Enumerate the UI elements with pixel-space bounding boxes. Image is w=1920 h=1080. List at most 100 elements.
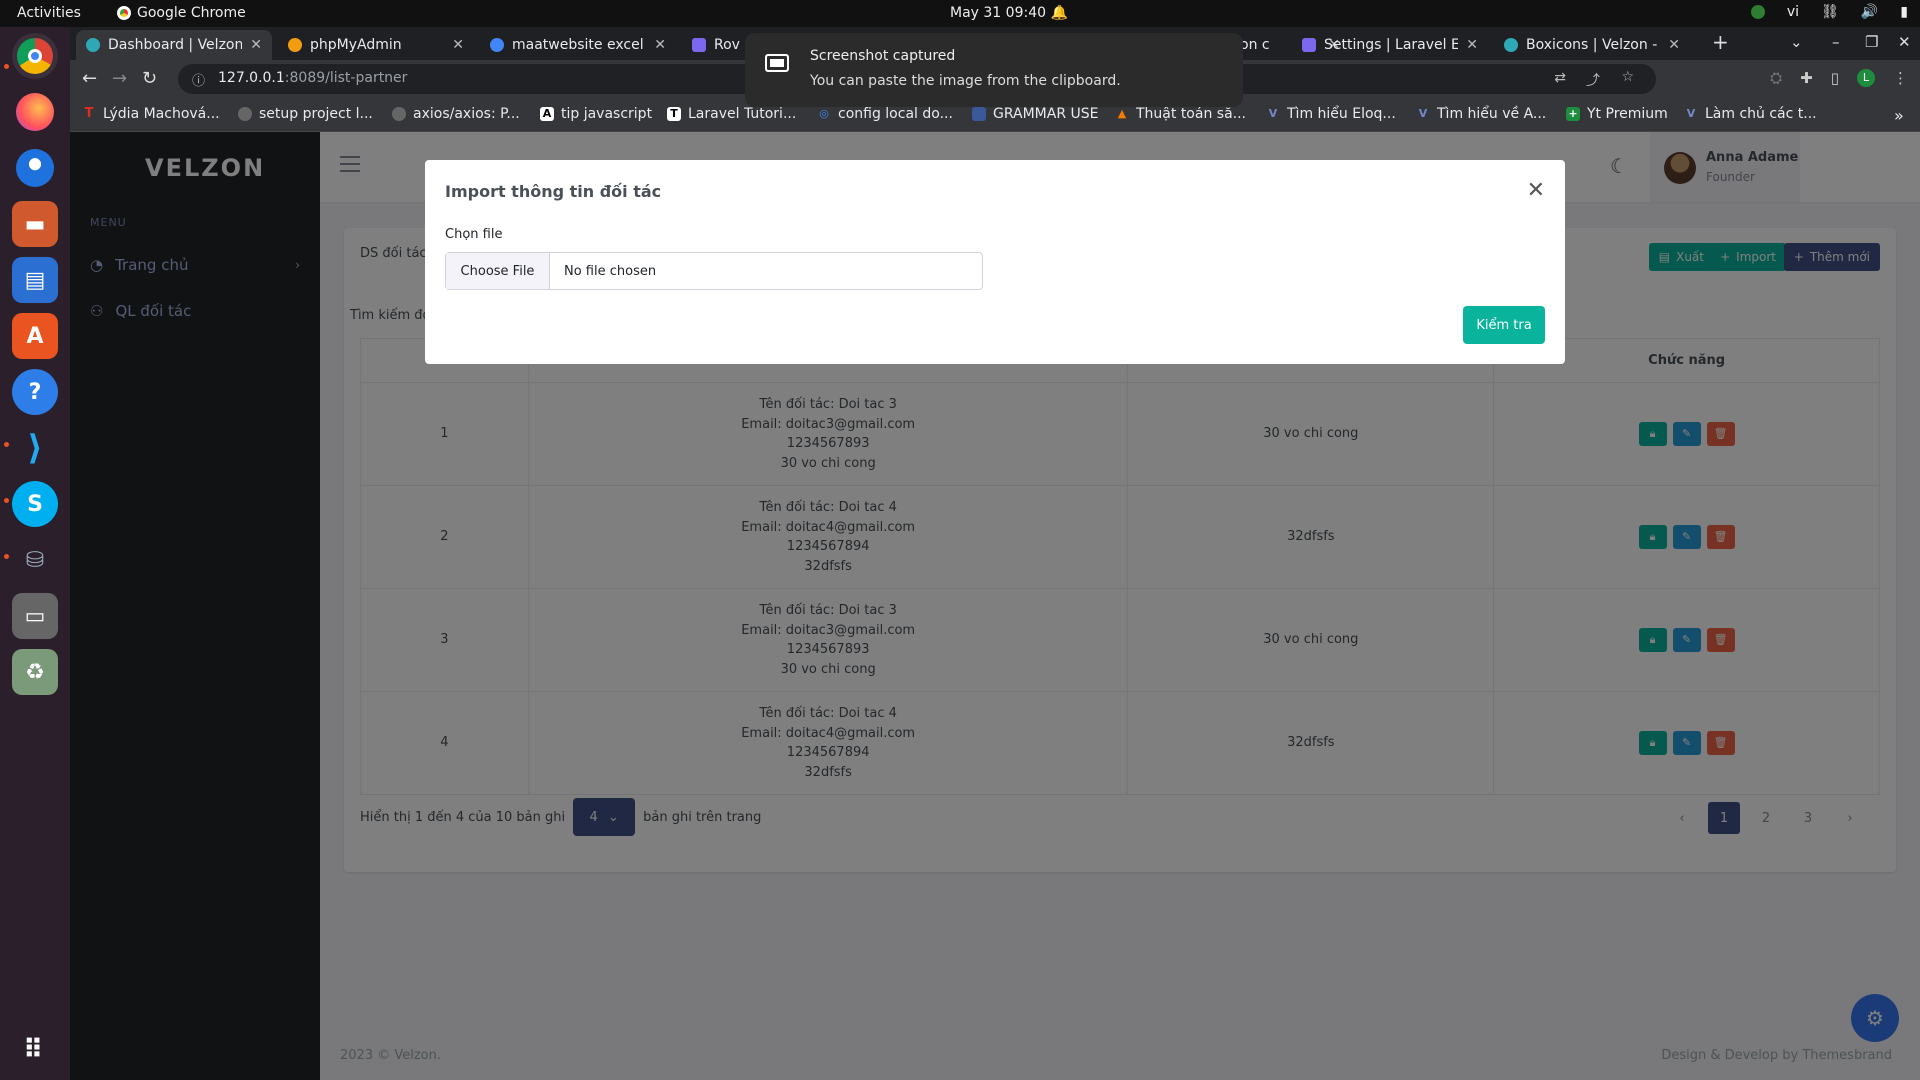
bookmark-icon: T: [667, 107, 681, 121]
translate-icon[interactable]: ⇄: [1554, 70, 1566, 86]
language-indicator[interactable]: vi: [1787, 4, 1799, 20]
close-icon[interactable]: ✕: [250, 37, 262, 53]
database-icon[interactable]: ⛁: [12, 537, 58, 583]
url-path: :8089/list-partner: [284, 70, 408, 86]
check-button[interactable]: Kiểm tra: [1463, 306, 1545, 344]
bookmark-label: Tìm hiểu Eloq...: [1287, 106, 1396, 122]
vscode-icon[interactable]: ⟩: [12, 425, 58, 471]
tab-maatwebsite[interactable]: maatwebsite excel v ✕: [480, 30, 676, 60]
close-icon[interactable]: ✕: [1668, 37, 1680, 53]
extension-icon[interactable]: ⛭: [1770, 69, 1782, 87]
running-indicator: [4, 498, 9, 503]
bookmark-item[interactable]: ◎ config local do...: [817, 106, 953, 122]
site-info-icon[interactable]: ⓘ: [192, 70, 205, 89]
close-icon[interactable]: ✕: [1466, 37, 1478, 53]
thunderbird-icon[interactable]: [12, 145, 58, 191]
bell-icon: 🔔: [1050, 5, 1068, 21]
running-indicator: [4, 64, 9, 69]
bookmark-item[interactable]: setup project l...: [238, 106, 373, 122]
close-icon[interactable]: ✕: [1527, 178, 1545, 203]
profile-avatar[interactable]: L: [1857, 69, 1875, 87]
tab-title: maatwebsite excel v: [512, 37, 647, 53]
tab-title: Settings | Laravel Ex: [1324, 37, 1459, 53]
files-icon[interactable]: ▬: [12, 201, 58, 247]
notification-title: Screenshot captured: [810, 48, 956, 64]
activities-button[interactable]: Activities: [17, 5, 81, 21]
bookmark-item[interactable]: axios/axios: P...: [392, 106, 520, 122]
apps-grid-icon[interactable]: ⠿: [10, 1027, 56, 1073]
share-icon[interactable]: ⤴: [1586, 70, 1600, 90]
tab-settings[interactable]: Settings | Laravel Ex ✕: [1292, 30, 1488, 60]
close-icon[interactable]: ✕: [452, 37, 464, 53]
app-center-icon[interactable]: A: [12, 313, 58, 359]
skype-icon[interactable]: S: [12, 481, 58, 527]
close-window-button[interactable]: ✕: [1898, 33, 1911, 51]
tab-title: Rov: [714, 37, 740, 53]
ted-icon: T: [84, 106, 94, 121]
new-tab-button[interactable]: +: [1712, 30, 1729, 54]
bookmark-label: config local do...: [838, 106, 953, 122]
file-status: No file chosen: [564, 263, 657, 279]
minimize-button[interactable]: –: [1832, 33, 1840, 51]
tab-phpmyadmin[interactable]: phpMyAdmin ✕: [278, 30, 474, 60]
bookmark-item[interactable]: V Tìm hiểu về A...: [1416, 106, 1547, 122]
choose-file-button[interactable]: Choose File: [446, 253, 550, 289]
disk-icon[interactable]: ▭: [12, 593, 58, 639]
running-indicator: [4, 554, 9, 559]
viblo-icon: V: [1686, 107, 1696, 120]
tab-dashboard[interactable]: Dashboard | Velzon ✕: [76, 30, 272, 60]
clock[interactable]: May 31 09:40 🔔: [950, 5, 1068, 21]
app-menu[interactable]: Google Chrome: [117, 5, 246, 21]
bookmark-icon: A: [540, 107, 554, 121]
network-icon: ⛓: [1821, 4, 1839, 20]
help-icon[interactable]: ?: [12, 369, 58, 415]
file-label: Chọn file: [445, 227, 503, 242]
url-host: 127.0.0.1: [218, 70, 285, 86]
restore-button[interactable]: ❐: [1865, 33, 1878, 51]
bookmark-label: Laravel Tutori...: [688, 106, 797, 122]
file-input[interactable]: Choose File No file chosen: [445, 252, 983, 290]
menu-icon[interactable]: ⋮: [1893, 69, 1908, 87]
clock-text: May 31 09:40: [950, 5, 1047, 21]
google-icon: [490, 38, 504, 52]
more-bookmarks-icon[interactable]: »: [1894, 106, 1904, 125]
bookmark-item[interactable]: V Tìm hiểu Eloq...: [1266, 106, 1396, 122]
close-icon[interactable]: ✕: [654, 37, 666, 53]
back-icon[interactable]: ←: [82, 68, 97, 89]
tab-title: phpMyAdmin: [310, 37, 402, 53]
trash-icon[interactable]: ♻: [12, 649, 58, 695]
bookmark-item[interactable]: V Làm chủ các t...: [1684, 106, 1817, 122]
bookmark-label: tip javascript: [561, 106, 653, 122]
bookmark-label: Tìm hiểu về A...: [1437, 106, 1547, 122]
toolbar-icons: ⛭ ✚ ▯ L ⋮: [1770, 69, 1908, 87]
star-icon[interactable]: ☆: [1621, 69, 1634, 85]
system-tray[interactable]: vi ⛓ 🔊 ▮: [1750, 4, 1908, 20]
bookmark-icon: [972, 107, 986, 121]
bookmark-item[interactable]: + Yt Premium: [1566, 106, 1668, 122]
firefox-icon[interactable]: [12, 89, 58, 135]
plus-icon: +: [1566, 107, 1580, 121]
running-indicator: [4, 442, 9, 447]
bookmark-label: setup project l...: [259, 106, 373, 122]
bookmark-label: Yt Premium: [1587, 106, 1668, 122]
reload-icon[interactable]: ↻: [142, 68, 157, 89]
screenshot-notification[interactable]: Screenshot captured You can paste the im…: [745, 33, 1243, 107]
bookmark-item[interactable]: ▲ Thuật toán sắ...: [1115, 106, 1246, 122]
side-panel-icon[interactable]: ▯: [1831, 69, 1839, 87]
notification-body: You can paste the image from the clipboa…: [810, 73, 1121, 89]
fire-icon: ▲: [1117, 107, 1127, 120]
puzzle-icon[interactable]: ✚: [1800, 69, 1813, 87]
viblo-icon: V: [1268, 107, 1278, 120]
bookmark-item[interactable]: Atip javascript: [540, 106, 652, 122]
bookmark-icon: ◎: [819, 107, 829, 120]
writer-icon[interactable]: ▤: [12, 257, 58, 303]
tab-boxicons[interactable]: Boxicons | Velzon - A ✕: [1494, 30, 1690, 60]
forward-icon[interactable]: →: [112, 68, 127, 89]
tab-favicon-icon: [692, 38, 706, 52]
tab-search-icon[interactable]: ⌄: [1790, 33, 1803, 51]
bookmark-item[interactable]: GRAMMAR USE: [972, 106, 1098, 122]
chrome-icon[interactable]: [12, 33, 58, 79]
bookmark-item[interactable]: T Laravel Tutori...: [667, 106, 796, 122]
tab-favicon-icon: [288, 38, 302, 52]
bookmark-item[interactable]: T Lýdia Machová...: [82, 106, 220, 122]
